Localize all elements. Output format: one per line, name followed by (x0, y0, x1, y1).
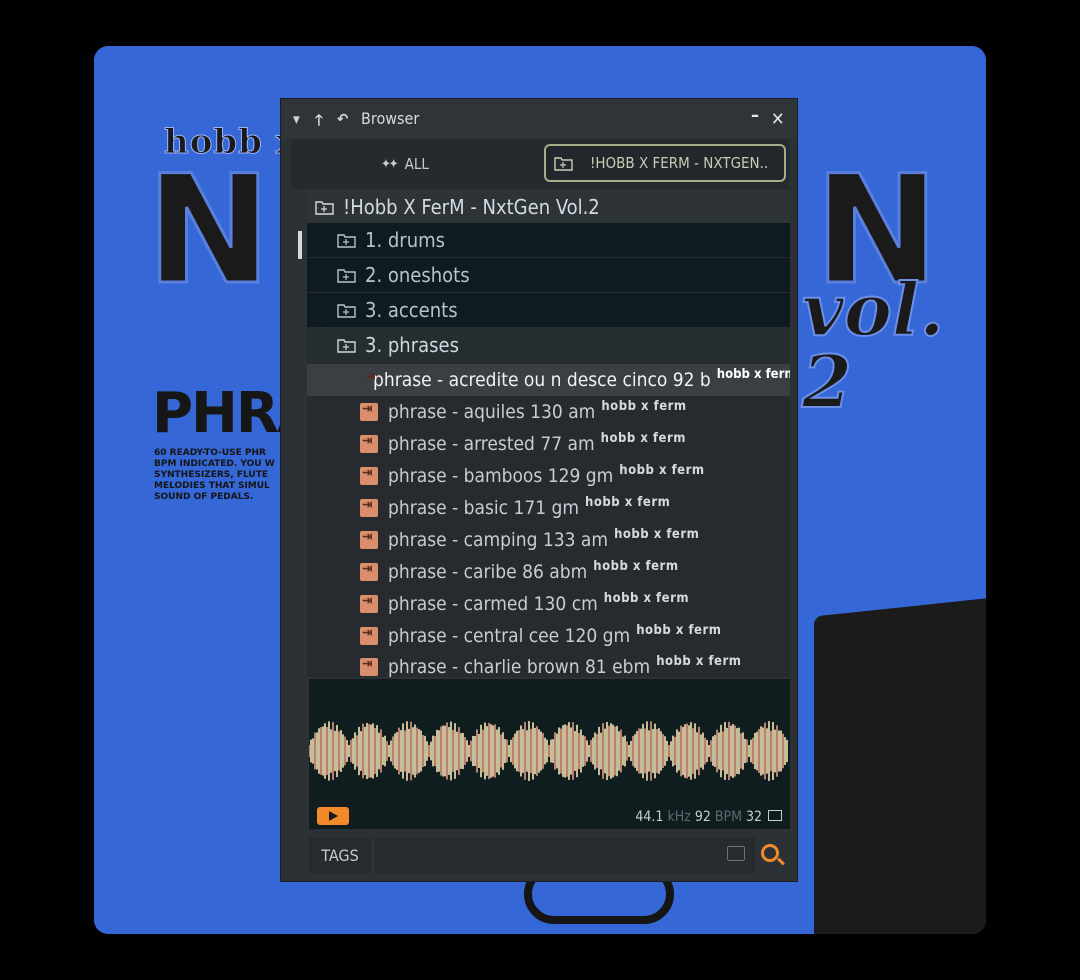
folder-icon (337, 302, 357, 318)
file-tag: hobb x ferm (593, 558, 679, 574)
tree-folder-drums[interactable]: 1. drums (307, 223, 790, 257)
arrow-up-icon[interactable]: 🡑 (315, 110, 323, 135)
file-tree[interactable]: !Hobb X FerM - NxtGen Vol.2 1. drums 2. … (307, 191, 790, 677)
audio-file-icon (360, 593, 378, 613)
audio-file-icon (360, 625, 378, 645)
tree-folder-label: 3. phrases (365, 333, 459, 357)
audio-file-icon (360, 656, 378, 676)
audio-file-icon (360, 497, 378, 517)
cover-volume-text: vol. 2 (801, 267, 945, 424)
file-name: phrase - bamboos 129 gm (388, 465, 614, 487)
current-folder-button[interactable]: !HOBB X FERM - NXTGEN.. (544, 144, 786, 182)
tree-root-label: !Hobb X FerM - NxtGen Vol.2 (343, 195, 600, 219)
folder-icon (337, 232, 357, 248)
filter-bar: ✦✦ ALL !HOBB X FERM - NXTGEN.. (291, 139, 789, 189)
file-tag: hobb x ferm (603, 590, 690, 606)
minimize-button[interactable]: – (751, 105, 759, 126)
file-tag: hobb x ferm (600, 430, 686, 446)
cover-pedal-shape (814, 595, 986, 934)
browser-window: ▾ 🡑 ↶ Browser – ✕ ✦✦ ALL !HOBB X FERM - … (280, 98, 798, 882)
file-tag: hobb x ferm (716, 366, 790, 382)
folder-icon (337, 337, 357, 353)
file-row[interactable]: phrase - central cee 120 gm hobb x ferm (360, 620, 721, 652)
file-name: phrase - camping 133 am (388, 529, 609, 551)
play-button[interactable] (317, 807, 349, 825)
audio-file-icon (360, 561, 378, 581)
chevron-down-icon[interactable]: ▾ (293, 110, 300, 128)
tag-bar: TAGS (309, 837, 790, 873)
file-name: phrase - aquiles 130 am (388, 401, 596, 423)
bpm-unit: BPM (714, 809, 742, 825)
file-row[interactable]: phrase - basic 171 gm hobb x ferm (360, 492, 670, 524)
folder-icon (554, 155, 574, 171)
selected-file-row[interactable]: phrase - acredite ou n desce cinco 92 b … (307, 364, 790, 396)
tree-folder-phrases[interactable]: 3. phrases (307, 328, 790, 362)
sample-rate-value: 44.1 (635, 809, 664, 825)
tree-folder-accents[interactable]: 3. accents (307, 293, 790, 327)
cover-title-left: N (145, 144, 274, 318)
current-folder-label: !HOBB X FERM - NXTGEN.. (590, 154, 769, 172)
file-name: phrase - charlie brown 81 ebm (388, 656, 651, 677)
file-tag: hobb x ferm (656, 653, 742, 669)
tree-scrollbar-thumb[interactable] (298, 231, 302, 259)
file-row[interactable]: phrase - charlie brown 81 ebm hobb x fer… (360, 651, 741, 677)
file-row[interactable]: phrase - camping 133 am hobb x ferm (360, 524, 699, 556)
search-icon[interactable] (761, 844, 779, 862)
audio-file-icon (360, 433, 378, 453)
beats-value: 32 (745, 809, 762, 825)
tag-search-input[interactable] (375, 837, 755, 873)
tree-folder-label: 1. drums (365, 228, 445, 252)
folder-icon (315, 199, 335, 215)
tree-folder-label: 3. accents (365, 298, 458, 322)
tree-folder-label: 2. oneshots (365, 263, 470, 287)
cover-description: 60 READY-TO-USE PHR BPM INDICATED. YOU W… (154, 448, 275, 502)
file-name: phrase - caribe 86 abm (388, 561, 588, 583)
file-tag: hobb x ferm (614, 526, 700, 542)
bpm-value: 92 (694, 809, 711, 825)
file-row[interactable]: phrase - aquiles 130 am hobb x ferm (360, 396, 687, 428)
audio-file-icon (360, 529, 378, 549)
title-bar[interactable]: ▾ 🡑 ↶ Browser – ✕ (281, 99, 797, 139)
audio-file-icon (360, 465, 378, 485)
folder-icon (337, 267, 357, 283)
sample-info: 44.1 kHz 92 BPM 32 (635, 809, 782, 825)
waveform-preview[interactable]: 44.1 kHz 92 BPM 32 (309, 679, 790, 829)
file-row[interactable]: phrase - carmed 130 cm hobb x ferm (360, 588, 689, 620)
close-button[interactable]: ✕ (771, 109, 785, 130)
undo-icon[interactable]: ↶ (337, 110, 348, 128)
audio-file-icon (360, 401, 378, 421)
file-name: phrase - central cee 120 gm (388, 625, 631, 647)
file-name: phrase - basic 171 gm (388, 497, 580, 519)
sample-rate-unit: kHz (667, 809, 691, 825)
file-tag: hobb x ferm (636, 622, 722, 638)
window-title: Browser (361, 109, 420, 128)
file-row[interactable]: phrase - bamboos 129 gm hobb x ferm (360, 460, 705, 492)
file-row[interactable]: phrase - arrested 77 am hobb x ferm (360, 428, 686, 460)
waveform-graphic (309, 721, 788, 781)
tree-root-folder[interactable]: !Hobb X FerM - NxtGen Vol.2 (307, 191, 790, 223)
all-filter-label: ALL (404, 155, 429, 173)
file-row[interactable]: phrase - caribe 86 abm hobb x ferm (360, 556, 679, 588)
file-tag: hobb x ferm (619, 462, 705, 478)
tree-folder-oneshots[interactable]: 2. oneshots (307, 258, 790, 292)
file-tag: hobb x ferm (601, 398, 687, 414)
file-name: phrase - arrested 77 am (388, 433, 595, 455)
sparkle-icon: ✦✦ (381, 156, 399, 172)
tags-button[interactable]: TAGS (309, 837, 371, 873)
file-name: phrase - carmed 130 cm (388, 593, 598, 615)
file-tag: hobb x ferm (585, 494, 671, 510)
file-name: phrase - acredite ou n desce cinco 92 b (373, 369, 711, 391)
folder-icon[interactable] (727, 846, 745, 861)
loop-icon[interactable] (768, 810, 782, 821)
all-filter-button[interactable]: ✦✦ ALL (381, 151, 429, 177)
